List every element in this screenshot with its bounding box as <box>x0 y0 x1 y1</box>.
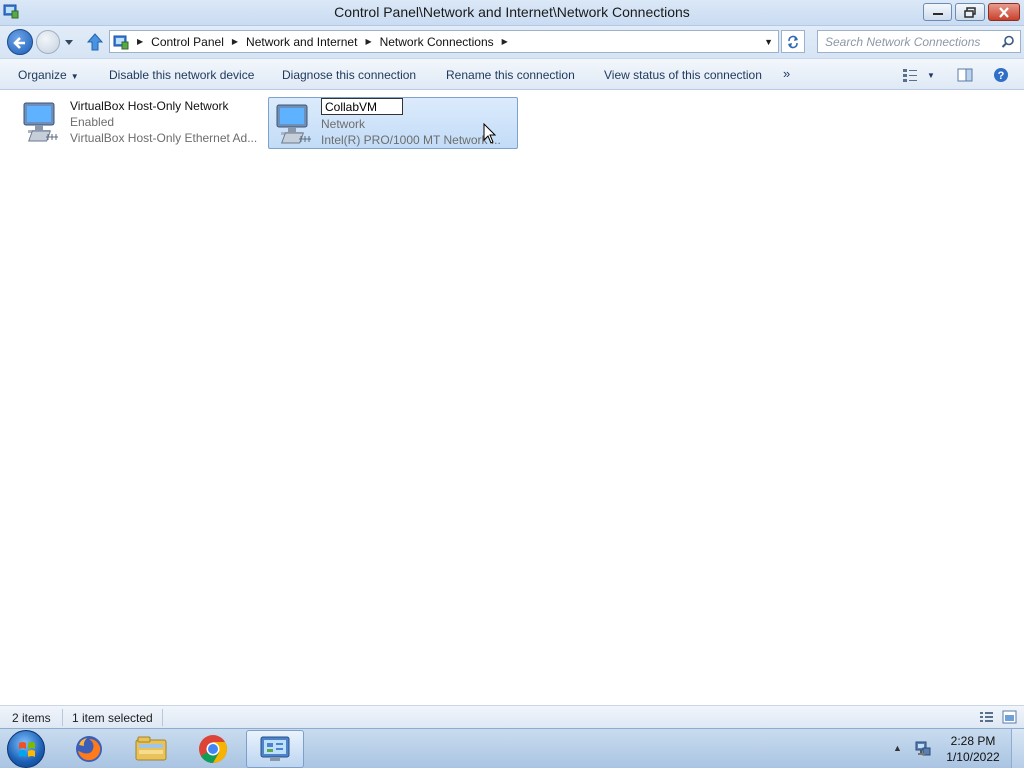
diagnose-button[interactable]: Diagnose this connection <box>282 68 416 82</box>
forward-button[interactable] <box>36 30 60 54</box>
windows-logo-icon <box>19 742 35 757</box>
details-view-icon[interactable] <box>979 710 994 724</box>
breadcrumb-network-and-internet[interactable]: Network and Internet <box>246 35 357 49</box>
system-clock[interactable]: 2:28 PM 1/10/2022 <box>940 733 1006 765</box>
preview-pane-icon[interactable] <box>957 67 973 83</box>
status-divider <box>162 709 163 726</box>
chevron-right-icon[interactable]: ▶ <box>137 37 143 46</box>
chevron-right-icon[interactable]: ▶ <box>232 37 238 46</box>
file-explorer-icon <box>135 736 167 761</box>
item-count: 2 items <box>12 711 51 725</box>
connection-item-collabvm[interactable]: Network Intel(R) PRO/1000 MT Network ... <box>268 97 518 149</box>
taskbar-file-explorer[interactable] <box>122 730 180 768</box>
firefox-icon <box>76 736 102 762</box>
command-bar: Organize ▼ Disable this network device Di… <box>0 58 1024 90</box>
refresh-button[interactable] <box>781 30 805 53</box>
restore-button[interactable] <box>955 3 985 21</box>
mouse-cursor-icon <box>483 123 497 144</box>
close-icon <box>999 6 1009 18</box>
network-tray-icon[interactable] <box>914 740 932 758</box>
selection-count: 1 item selected <box>72 711 153 725</box>
close-button[interactable] <box>988 3 1020 21</box>
chrome-icon <box>199 735 227 763</box>
start-button[interactable] <box>7 730 45 768</box>
address-history-dropdown[interactable]: ▼ <box>764 37 773 47</box>
taskbar-network-connections[interactable] <box>246 730 304 768</box>
organize-label: Organize <box>18 68 67 82</box>
taskbar-chrome[interactable] <box>184 730 242 768</box>
control-panel-icon <box>113 35 129 49</box>
minimize-icon <box>932 13 943 15</box>
restore-icon <box>964 6 976 18</box>
connection-device: VirtualBox Host-Only Ethernet Ad... <box>70 131 258 145</box>
disable-device-button[interactable]: Disable this network device <box>109 68 254 82</box>
search-box[interactable] <box>817 30 1021 53</box>
svg-text:?: ? <box>998 70 1005 82</box>
chevron-right-icon[interactable]: ▶ <box>365 37 371 46</box>
status-bar: 2 items 1 item selected <box>0 705 1024 728</box>
title-bar: Control Panel\Network and Internet\Netwo… <box>0 0 1024 26</box>
show-hidden-icons-button[interactable]: ▲ <box>893 743 902 753</box>
clock-date: 1/10/2022 <box>946 750 1000 764</box>
rename-field-container <box>321 98 511 116</box>
up-arrow-icon[interactable] <box>86 32 104 52</box>
help-icon[interactable]: ? <box>993 67 1009 83</box>
address-field[interactable]: ▶ Control Panel ▶ Network and Internet ▶… <box>109 30 779 53</box>
chevron-right-icon[interactable]: ▶ <box>502 37 508 46</box>
rename-input[interactable] <box>321 98 403 115</box>
back-button[interactable] <box>7 29 33 55</box>
refresh-icon <box>788 35 798 48</box>
rename-button[interactable]: Rename this connection <box>446 68 575 82</box>
organize-menu[interactable]: Organize ▼ <box>18 68 79 82</box>
network-adapter-icon <box>276 104 311 144</box>
breadcrumb-control-panel[interactable]: Control Panel <box>151 35 224 49</box>
view-options-dropdown[interactable]: ▼ <box>927 71 935 80</box>
breadcrumb-network-connections[interactable]: Network Connections <box>380 35 494 49</box>
connection-name: VirtualBox Host-Only Network <box>70 99 229 113</box>
address-bar: ▶ Control Panel ▶ Network and Internet ▶… <box>0 26 1024 58</box>
chevron-down-icon: ▼ <box>70 72 79 81</box>
connection-status: Enabled <box>70 115 115 129</box>
show-desktop-button[interactable] <box>1011 729 1024 768</box>
search-input[interactable] <box>818 31 996 52</box>
network-adapter-icon <box>23 102 58 142</box>
search-icon[interactable] <box>1001 35 1015 49</box>
large-icons-view-icon[interactable] <box>1002 710 1017 724</box>
back-arrow-icon <box>13 37 25 49</box>
network-connections-icon <box>260 736 290 761</box>
taskbar-firefox[interactable] <box>60 730 118 768</box>
connection-item-virtualbox[interactable]: VirtualBox Host-Only Network Enabled Vir… <box>16 96 264 148</box>
more-commands-button[interactable]: » <box>783 66 790 81</box>
recent-pages-dropdown[interactable] <box>63 35 75 49</box>
window-title: Control Panel\Network and Internet\Netwo… <box>334 4 690 20</box>
change-view-icon[interactable] <box>902 67 918 83</box>
connection-details: VirtualBox Host-Only Network Enabled Vir… <box>70 98 260 146</box>
taskbar: ▲ 2:28 PM 1/10/2022 <box>0 728 1024 768</box>
clock-time: 2:28 PM <box>950 734 996 748</box>
view-status-button[interactable]: View status of this connection <box>604 68 762 82</box>
status-divider <box>62 709 63 726</box>
minimize-button[interactable] <box>923 3 952 21</box>
connections-list: VirtualBox Host-Only Network Enabled Vir… <box>0 91 1024 705</box>
